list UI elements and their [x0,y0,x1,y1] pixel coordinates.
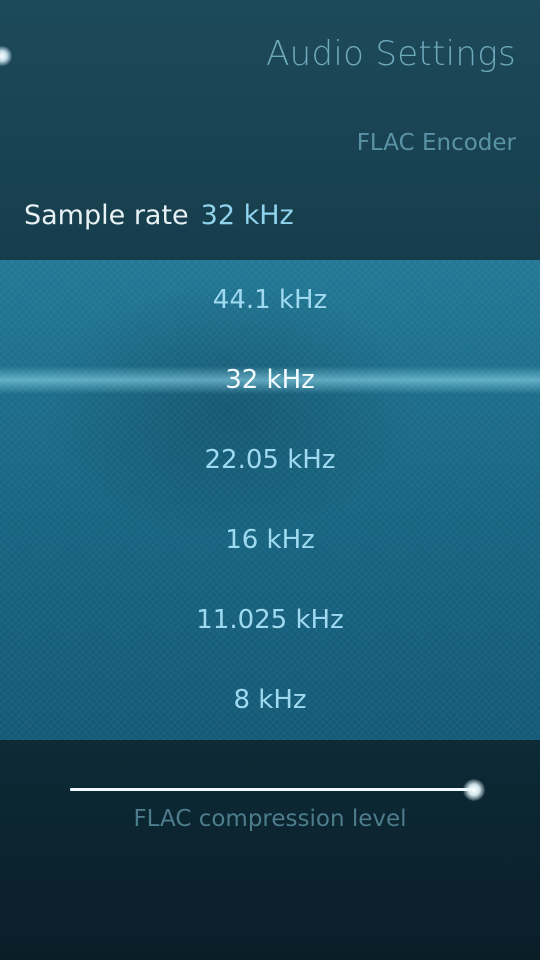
compression-level-slider[interactable] [70,778,485,802]
section-header-flac-encoder: FLAC Encoder [356,130,516,156]
menu-item-sample-rate[interactable]: 8 kHz [0,660,540,740]
menu-item-sample-rate[interactable]: 11.025 kHz [0,580,540,660]
sample-rate-label: Sample rate [24,200,189,231]
slider-fill [70,788,474,791]
menu-item-sample-rate[interactable]: 22.05 kHz [0,420,540,500]
sample-rate-value: 32 kHz [200,200,294,231]
menu-item-sample-rate[interactable]: 16 kHz [0,500,540,580]
sample-rate-combobox[interactable]: Sample rate 32 kHz [24,200,294,242]
pulley-menu-indicator-icon[interactable] [0,46,12,66]
audio-settings-page: Audio Settings FLAC Encoder Sample rate … [0,0,540,960]
menu-item-sample-rate[interactable]: 44.1 kHz [0,260,540,340]
page-title: Audio Settings [266,34,516,74]
slider-handle[interactable] [463,779,485,801]
menu-item-sample-rate[interactable]: 32 kHz [0,340,540,420]
compression-level-label: FLAC compression level [133,806,407,832]
sample-rate-menu: 44.1 kHz 32 kHz 22.05 kHz 16 kHz 11.025 … [0,260,540,740]
